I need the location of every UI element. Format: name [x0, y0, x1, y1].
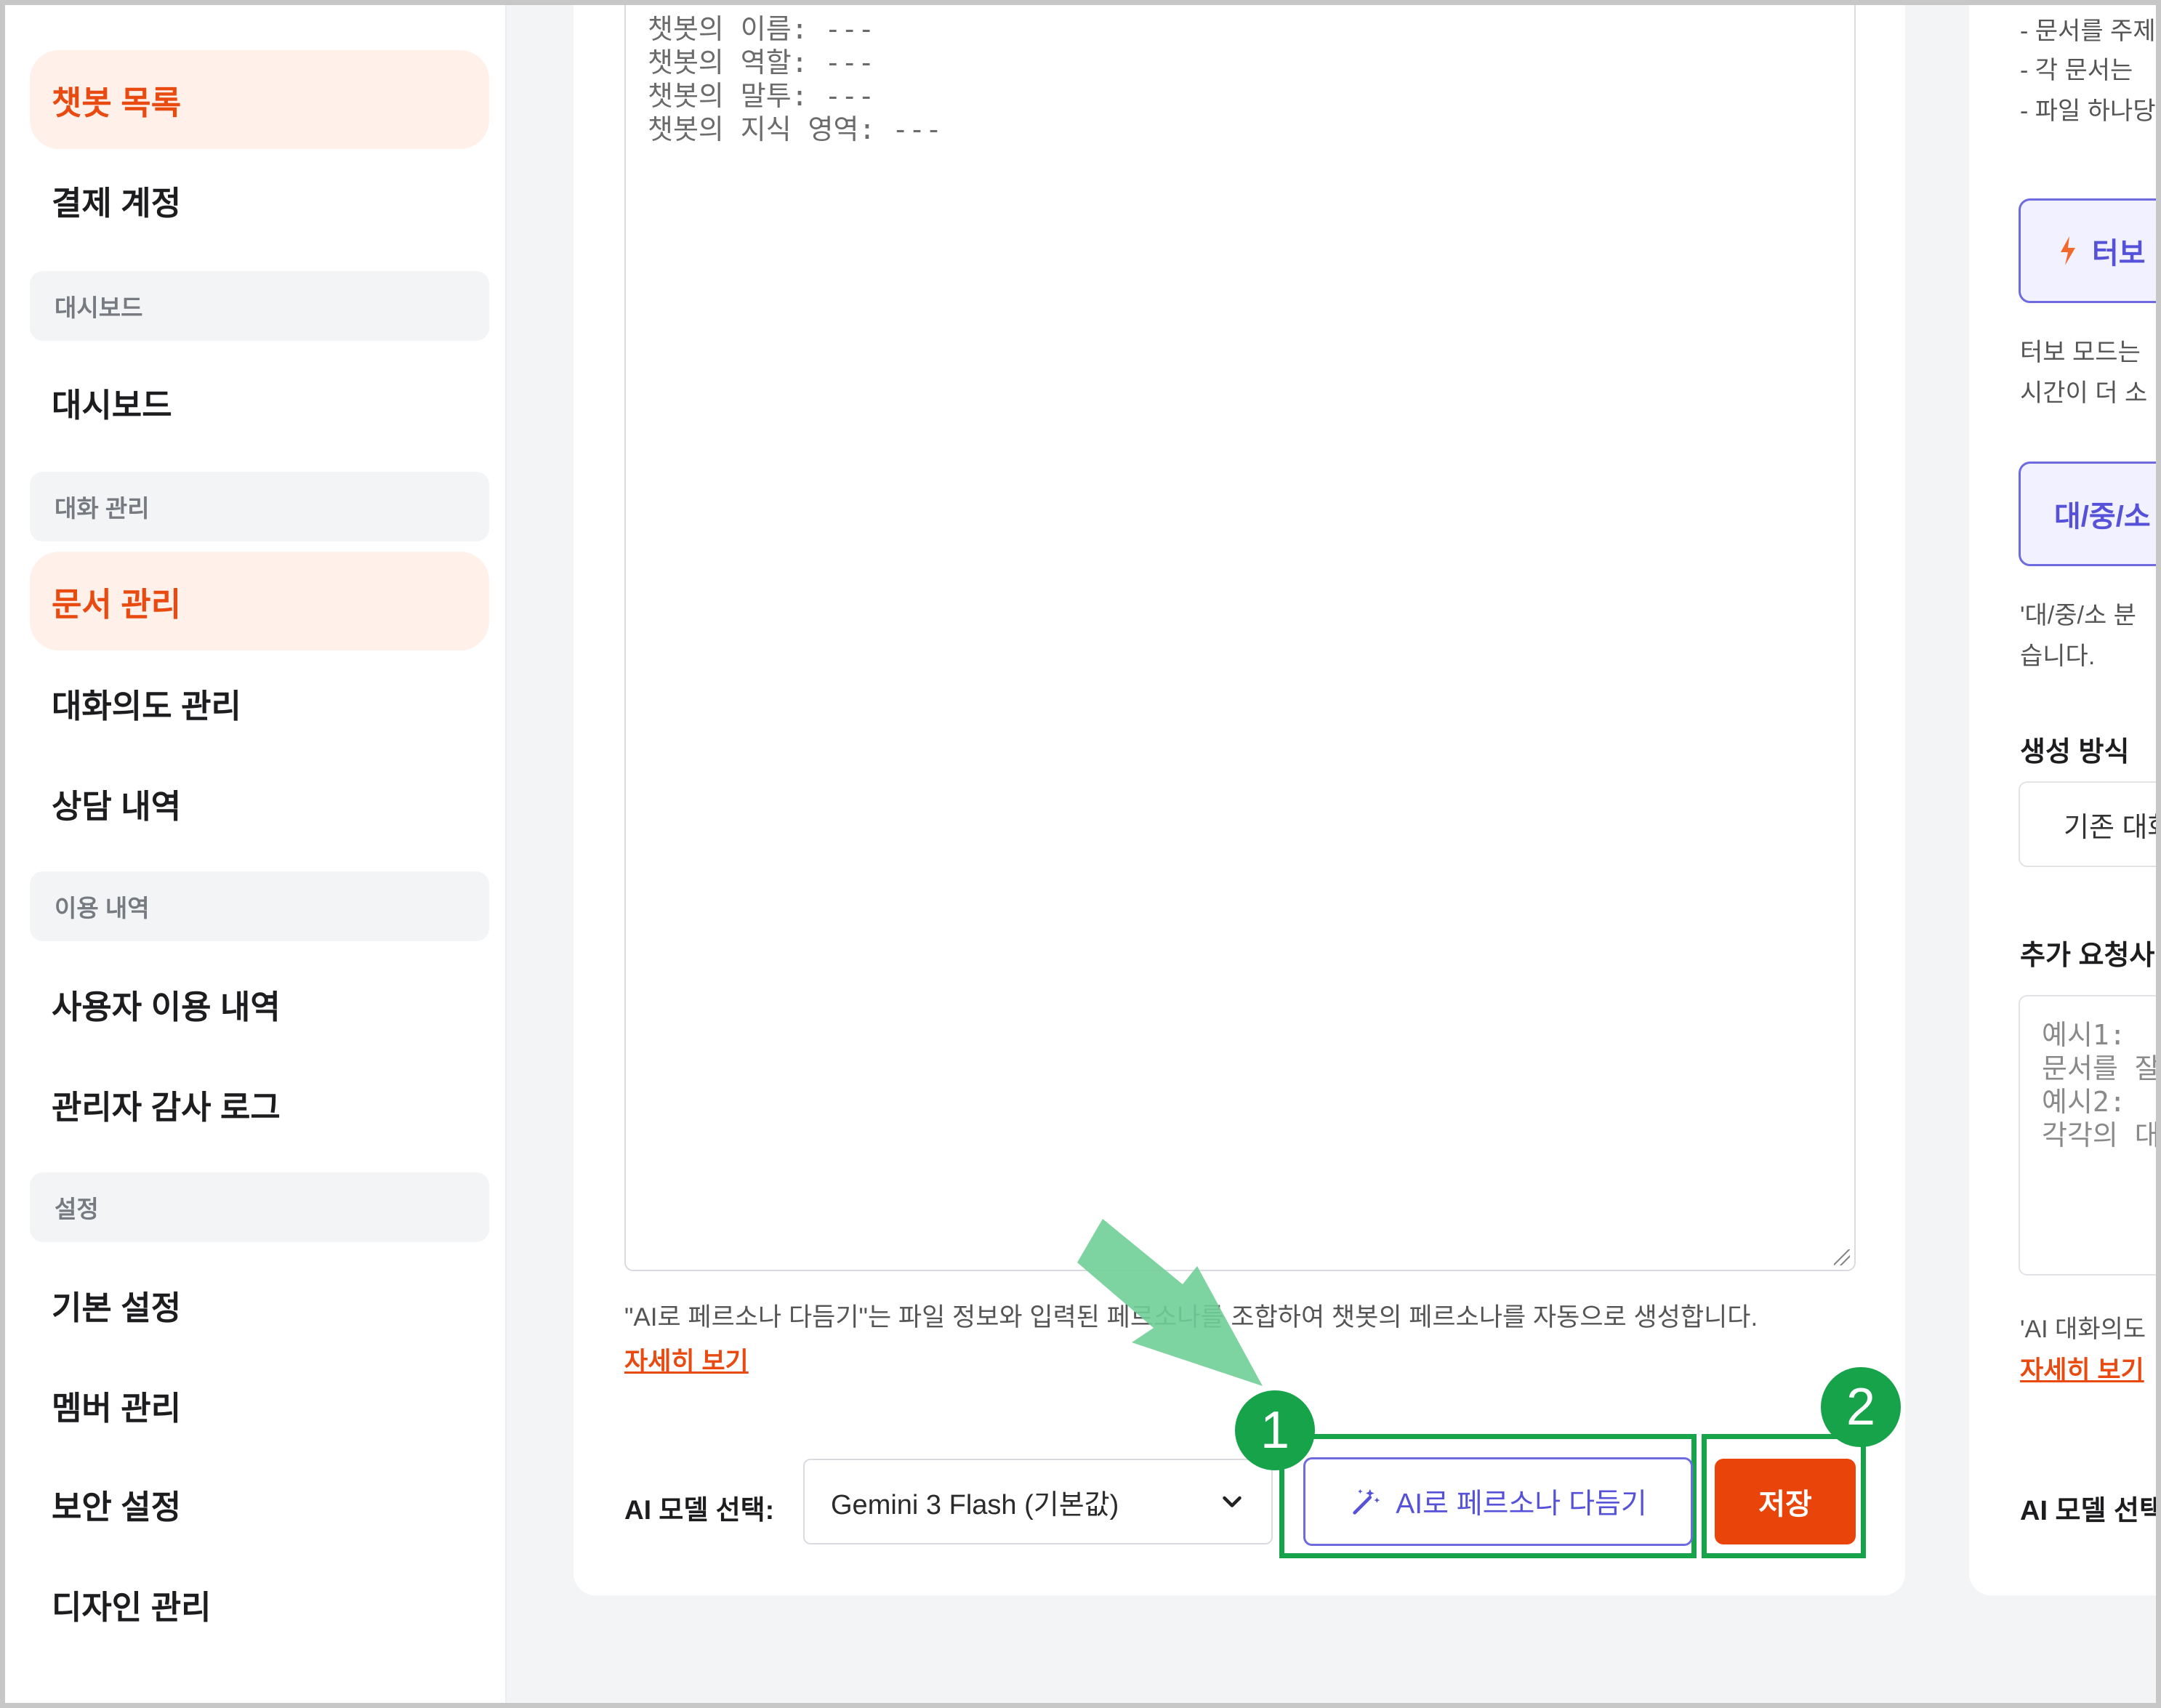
ai-intent-text: 'AI 대화의도: [2020, 1316, 2146, 1343]
right-bullet-1: - 문서를 주제: [2020, 17, 2156, 45]
generation-method-value: 기존 대화: [2064, 812, 2156, 843]
turbo-mode-button[interactable]: 터보: [2019, 198, 2156, 303]
sidebar-item-dashboard[interactable]: 대시보드: [30, 353, 489, 451]
chevron-down-icon: [1223, 1496, 1242, 1507]
sidebar-item-security-settings[interactable]: 보안 설정: [30, 1454, 489, 1553]
category-mode-button[interactable]: 대/중/소: [2019, 462, 2156, 566]
category-description-2: 습니다.: [2020, 642, 2096, 670]
sidebar: 챗봇 목록 결제 계정 대시보드 대시보드 대화 관리 문서 관리 대화의도 관…: [5, 5, 507, 1703]
turbo-description-1: 터보 모드는: [2020, 339, 2141, 366]
ai-refine-persona-button[interactable]: AI로 페르소나 다듬기: [1303, 1457, 1693, 1546]
extra-placeholder-line-3: 예시2:: [2042, 1086, 2126, 1118]
magic-wand-icon: [1353, 1489, 1380, 1515]
save-button[interactable]: 저장: [1715, 1459, 1856, 1544]
sidebar-item-member-management[interactable]: 멤버 관리: [30, 1355, 489, 1454]
sidebar-item-consultation-history[interactable]: 상담 내역: [30, 754, 489, 853]
sidebar-item-user-usage[interactable]: 사용자 이용 내역: [30, 954, 489, 1053]
extra-placeholder-line-1: 예시1:: [2042, 1019, 2126, 1051]
model-select[interactable]: Gemini 3 Flash (기본값): [803, 1459, 1273, 1544]
sidebar-item-design-management[interactable]: 디자인 관리: [30, 1555, 489, 1653]
model-select-value: Gemini 3 Flash (기본값): [831, 1489, 1119, 1520]
persona-line-name: 챗봇의 이름: ---: [648, 13, 875, 45]
category-mode-label: 대/중/소: [2054, 501, 2151, 533]
persona-textarea[interactable]: [624, 5, 1856, 1271]
sidebar-item-admin-audit-log[interactable]: 관리자 감사 로그: [30, 1055, 489, 1153]
turbo-description-2: 시간이 더 소: [2020, 379, 2148, 407]
sidebar-item-billing-account[interactable]: 결제 계정: [30, 150, 489, 249]
right-model-select-label: AI 모델 선택: [2020, 1496, 2161, 1526]
sidebar-section-conversation: 대화 관리: [30, 472, 489, 541]
more-info-link[interactable]: 자세히 보기: [624, 1341, 749, 1378]
persona-line-role: 챗봇의 역할: ---: [648, 47, 875, 78]
generation-method-heading: 생성 방식: [2020, 737, 2130, 768]
sidebar-item-document-management[interactable]: 문서 관리: [30, 552, 489, 650]
sidebar-item-chatbot-list[interactable]: 챗봇 목록: [30, 50, 489, 149]
extra-placeholder-line-2: 문서를 잘: [2042, 1052, 2160, 1084]
lightning-icon: [2061, 236, 2075, 265]
step-badge-2: 2: [1821, 1367, 1901, 1447]
extra-placeholder-line-4: 각각의 대: [2042, 1119, 2160, 1151]
extra-request-heading: 추가 요청사: [2020, 940, 2155, 971]
sidebar-section-dashboard: 대시보드: [30, 271, 489, 341]
generation-method-select[interactable]: 기존 대화: [2019, 781, 2156, 867]
sidebar-item-basic-settings[interactable]: 기본 설정: [30, 1255, 489, 1354]
sidebar-section-settings: 설정: [30, 1172, 489, 1242]
step-badge-1: 1: [1235, 1390, 1315, 1470]
sidebar-section-usage: 이용 내역: [30, 871, 489, 941]
model-select-label: AI 모델 선택:: [624, 1495, 775, 1525]
turbo-mode-label: 터보: [2092, 238, 2146, 270]
ai-refine-persona-label: AI로 페르소나 다듬기: [1396, 1489, 1647, 1520]
persona-line-knowledge: 챗봇의 지식 영역: ---: [648, 113, 942, 145]
right-more-info-link[interactable]: 자세히 보기: [2020, 1350, 2144, 1387]
annotation-arrow-icon: [1077, 1219, 1263, 1386]
category-description-1: '대/중/소 분: [2020, 602, 2136, 629]
resize-grip-icon[interactable]: [1834, 1249, 1850, 1265]
right-bullet-2: - 각 문서는: [2020, 57, 2133, 84]
persona-line-tone: 챗봇의 말투: ---: [648, 80, 875, 112]
screenshot-frame: 챗봇 목록 결제 계정 대시보드 대시보드 대화 관리 문서 관리 대화의도 관…: [0, 0, 2161, 1708]
sidebar-item-intent-management[interactable]: 대화의도 관리: [30, 653, 489, 752]
right-bullet-3: - 파일 하나당: [2020, 97, 2156, 125]
